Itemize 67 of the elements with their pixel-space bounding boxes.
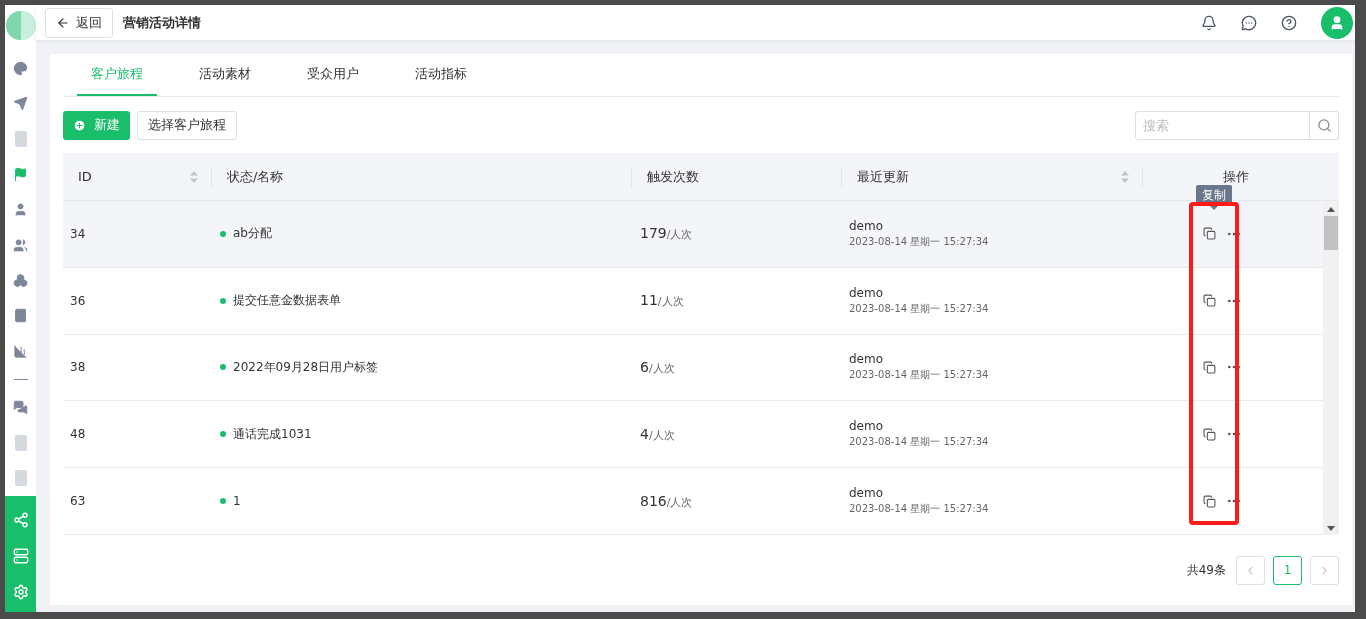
sidebar-divider: [13, 378, 28, 380]
total-count: 共49条: [1186, 561, 1226, 579]
updater: demo: [849, 218, 885, 233]
help-icon[interactable]: [1281, 14, 1297, 31]
table-cell-text: 36: [69, 293, 87, 308]
page-title: 营销活动详情: [123, 13, 202, 32]
updater: demo: [849, 419, 885, 434]
tab[interactable]: 活动指标: [401, 54, 481, 96]
chat-icon[interactable]: [13, 400, 28, 416]
search-button[interactable]: [1310, 110, 1339, 140]
trigger-count: 11/人次: [639, 292, 685, 310]
copy-button[interactable]: [1203, 227, 1216, 241]
search-icon: [1316, 117, 1332, 133]
update-time: 2023-08-14 星期一 15:27:34: [849, 435, 990, 450]
journey-name: ab分配: [233, 225, 272, 243]
tab[interactable]: 受众用户: [293, 54, 373, 96]
logo: [5, 11, 36, 41]
trigger-count: 816/人次: [639, 492, 694, 510]
plus-icon: [73, 118, 86, 132]
notification-icon[interactable]: [1201, 14, 1217, 31]
trigger-count: 6/人次: [639, 359, 676, 376]
palette-icon[interactable]: [13, 60, 28, 76]
copy-button[interactable]: [1203, 427, 1216, 441]
table-cell-text: 63: [69, 494, 87, 509]
message-icon[interactable]: [1241, 14, 1257, 31]
table-cell-text: 48: [69, 427, 87, 442]
column-header: 操作: [1223, 167, 1249, 186]
scroll-thumb[interactable]: [1324, 216, 1338, 250]
user-icon[interactable]: [13, 202, 28, 218]
column-header: 最近更新: [857, 167, 909, 186]
updater: demo: [849, 285, 885, 300]
flag-icon[interactable]: [13, 166, 28, 182]
send-icon[interactable]: [13, 96, 28, 112]
boxes-icon[interactable]: [13, 272, 28, 288]
users-icon[interactable]: [13, 237, 28, 253]
tooltip-pointer: [1209, 205, 1219, 210]
copy-button[interactable]: [1203, 494, 1216, 508]
column-header: 触发次数: [647, 167, 699, 186]
copy-button[interactable]: [1203, 294, 1216, 308]
search-field[interactable]: 搜索: [1135, 110, 1310, 140]
server-icon[interactable]: [12, 548, 29, 564]
settings-icon[interactable]: [12, 584, 29, 600]
network-icon[interactable]: [12, 512, 29, 528]
updater: demo: [849, 352, 885, 367]
column-header: ID: [78, 169, 92, 184]
trigger-count: 4/人次: [639, 425, 676, 443]
journey-name: 1: [233, 494, 241, 509]
copy-button[interactable]: [1203, 361, 1216, 374]
column-header: 状态/名称: [227, 167, 284, 186]
scrollbar[interactable]: [1323, 201, 1339, 535]
tab[interactable]: 活动素材: [185, 54, 265, 96]
avatar[interactable]: [1321, 6, 1353, 39]
journey-name: 通话完成1031: [233, 425, 312, 443]
journey-name: 2022年09月28日用户标签: [233, 359, 379, 376]
trigger-count: 179/人次: [639, 225, 694, 243]
table-cell-text: 38: [69, 360, 87, 375]
select-journey-button[interactable]: 选择客户旅程: [137, 110, 237, 140]
journey-name: 提交任意金数据表单: [233, 292, 341, 310]
scroll-down-icon[interactable]: [1327, 526, 1335, 531]
update-time: 2023-08-14 星期一 15:27:34: [849, 368, 990, 383]
back-button[interactable]: 返回: [45, 7, 113, 38]
table-cell-text: 34: [69, 226, 87, 241]
update-time: 2023-08-14 星期一 15:27:34: [849, 234, 990, 249]
update-time: 2023-08-14 星期一 15:27:34: [849, 301, 990, 316]
update-time: 2023-08-14 星期一 15:27:34: [849, 502, 990, 517]
scroll-up-icon[interactable]: [1327, 207, 1335, 212]
updater: demo: [849, 486, 885, 501]
